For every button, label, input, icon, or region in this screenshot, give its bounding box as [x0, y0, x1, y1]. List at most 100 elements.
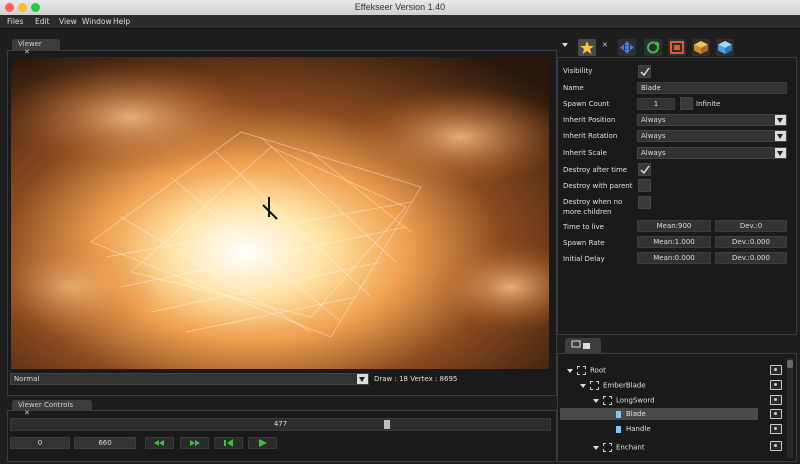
tree-item-label: Handle: [626, 425, 651, 433]
node-icon: [590, 381, 599, 390]
rewind-icon: [154, 440, 164, 446]
tree-item-label: Enchant: [616, 443, 645, 452]
destroy-after-time-label: Destroy after time: [563, 166, 628, 174]
move-icon[interactable]: [618, 39, 636, 56]
tree-item-blade[interactable]: Blade: [616, 410, 646, 418]
destroy-after-time-checkbox[interactable]: [638, 163, 651, 176]
play-button[interactable]: [248, 437, 277, 449]
menu-edit[interactable]: Edit: [35, 17, 50, 26]
inherit-position-select[interactable]: Always: [637, 114, 787, 126]
viewer-tab-label: Viewer: [18, 40, 42, 48]
effect-render: [11, 57, 549, 369]
cube-icon[interactable]: [716, 39, 734, 56]
inherit-scale-select[interactable]: Always: [637, 147, 787, 159]
visibility-label: Visibility: [563, 67, 593, 75]
visibility-toggle-icon[interactable]: [770, 380, 782, 390]
name-label: Name: [563, 84, 584, 92]
fast-forward-button[interactable]: [180, 437, 209, 449]
step-back-icon: [224, 439, 233, 447]
viewer-controls-tab[interactable]: Viewer Controls ✕: [12, 400, 92, 417]
node-icon: [603, 396, 612, 405]
tree-scrollbar[interactable]: [787, 358, 793, 458]
tree-item-emberblade[interactable]: EmberBlade: [580, 381, 646, 390]
time-to-live-label: Time to live: [563, 223, 604, 231]
expand-arrow-icon: [593, 398, 599, 403]
viewer-tab[interactable]: Viewer ✕: [12, 39, 60, 56]
tree-scrollbar-thumb[interactable]: [787, 360, 793, 368]
infinite-checkbox[interactable]: [680, 97, 693, 110]
start-frame-field[interactable]: 0: [10, 437, 70, 449]
chevron-down-icon: [357, 374, 368, 384]
viewer-controls-tab-label: Viewer Controls: [18, 401, 73, 409]
tree-item-enchant[interactable]: Enchant: [593, 443, 645, 452]
inherit-scale-value: Always: [641, 149, 666, 157]
inherit-position-value: Always: [641, 116, 666, 124]
render-mode-value: Normal: [14, 375, 40, 383]
expand-arrow-icon: [567, 368, 573, 373]
current-frame-label: 477: [273, 420, 288, 428]
tree-item-root[interactable]: Root: [567, 366, 606, 375]
frame-slider[interactable]: 477: [10, 418, 551, 431]
box-icon[interactable]: [692, 39, 710, 56]
spawn-rate-dev-field[interactable]: Dev.:0.000: [715, 236, 787, 248]
star-icon[interactable]: [578, 39, 596, 56]
expand-arrow-icon: [580, 383, 586, 388]
visibility-toggle-icon[interactable]: [770, 395, 782, 405]
title-bar: Effekseer Version 1.40: [0, 0, 800, 16]
menu-help[interactable]: Help: [113, 17, 130, 26]
inherit-position-label: Inherit Position: [563, 116, 616, 124]
spawn-rate-label: Spawn Rate: [563, 239, 605, 247]
play-icon: [259, 439, 267, 447]
tree-item-handle[interactable]: Handle: [616, 425, 651, 433]
viewer-tab-close-icon[interactable]: ✕: [24, 48, 30, 56]
rotate-icon[interactable]: [644, 39, 662, 56]
time-to-live-dev-field[interactable]: Dev.:0: [715, 220, 787, 232]
visibility-toggle-icon[interactable]: [770, 424, 782, 434]
chevron-down-icon: [775, 115, 786, 125]
properties-panel: [557, 57, 797, 335]
rewind-button[interactable]: [145, 437, 174, 449]
visibility-toggle-icon[interactable]: [770, 441, 782, 451]
spawn-count-label: Spawn Count: [563, 100, 610, 108]
tree-item-label: Blade: [626, 410, 646, 418]
node-icon: [603, 443, 612, 452]
panel-menu-icon[interactable]: [562, 41, 568, 47]
checkmark-icon: [640, 165, 650, 175]
destroy-when-no-children-checkbox[interactable]: [638, 196, 651, 209]
sprite-node-icon: [616, 410, 621, 418]
spawn-rate-mean-field[interactable]: Mean:1.000: [637, 236, 711, 248]
time-to-live-mean-field[interactable]: Mean:900: [637, 220, 711, 232]
end-frame-field[interactable]: 660: [74, 437, 136, 449]
initial-delay-dev-field[interactable]: Dev.:0.000: [715, 252, 787, 264]
menu-bar: Files Edit View Window Help: [0, 15, 800, 29]
inherit-rotation-value: Always: [641, 132, 666, 140]
visibility-checkbox[interactable]: [638, 65, 651, 78]
expand-arrow-icon: [593, 445, 599, 450]
render-mode-select[interactable]: Normal: [10, 373, 369, 385]
initial-delay-mean-field[interactable]: Mean:0.000: [637, 252, 711, 264]
infinite-label: Infinite: [696, 100, 721, 108]
inherit-rotation-select[interactable]: Always: [637, 130, 787, 142]
tree-item-longsword[interactable]: LongSword: [593, 396, 655, 405]
step-back-button[interactable]: [214, 437, 243, 449]
menu-window[interactable]: Window: [82, 17, 112, 26]
tree-item-label: Root: [590, 366, 606, 375]
spawn-count-field[interactable]: 1: [637, 98, 675, 110]
render-stats: Draw : 18 Vertex : 8695: [374, 375, 458, 383]
node-tree-tab[interactable]: [565, 338, 601, 353]
effect-viewport[interactable]: [11, 57, 549, 369]
viewer-controls-tab-close-icon[interactable]: ✕: [24, 409, 30, 417]
inherit-scale-label: Inherit Scale: [563, 149, 607, 157]
visibility-toggle-icon[interactable]: [770, 365, 782, 375]
menu-view[interactable]: View: [59, 17, 77, 26]
scale-icon[interactable]: [668, 39, 686, 56]
selected-row-highlight: [560, 408, 758, 420]
destroy-with-parent-checkbox[interactable]: [638, 179, 651, 192]
fast-forward-icon: [190, 440, 200, 446]
properties-tab-close-icon[interactable]: ✕: [602, 41, 608, 49]
menu-files[interactable]: Files: [7, 17, 23, 26]
tree-icon: [571, 340, 590, 349]
visibility-toggle-icon[interactable]: [770, 409, 782, 419]
tree-item-label: EmberBlade: [603, 381, 646, 390]
name-field[interactable]: Blade: [637, 82, 787, 94]
